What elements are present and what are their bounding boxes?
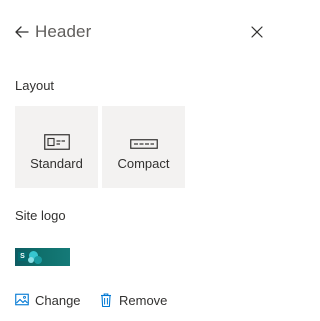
header-settings-panel: Header Layout Standard Compact Site logo [0, 0, 283, 321]
layout-option-label: Standard [30, 156, 83, 171]
change-logo-label: Change [35, 293, 81, 308]
panel-title: Header [35, 22, 92, 41]
arrow-left-icon [15, 26, 29, 38]
compact-layout-icon [129, 139, 158, 149]
layout-section-label: Layout [15, 78, 55, 93]
trash-icon [101, 293, 111, 308]
back-button[interactable] [12, 22, 32, 42]
site-logo-image: S [15, 248, 70, 266]
close-icon [251, 26, 263, 38]
layout-option-compact[interactable]: Compact [102, 106, 185, 188]
remove-logo-button[interactable]: Remove [100, 291, 170, 311]
close-button[interactable] [248, 23, 266, 41]
standard-layout-icon [43, 134, 70, 150]
sharepoint-logo-icon: S [18, 252, 27, 261]
layout-option-standard[interactable]: Standard [15, 106, 98, 188]
site-logo-label: Site logo [15, 208, 66, 223]
change-logo-button[interactable]: Change [15, 291, 85, 311]
remove-logo-label: Remove [119, 293, 168, 308]
panel-header: Header [12, 19, 268, 45]
image-icon [15, 293, 29, 306]
layout-option-label: Compact [117, 156, 170, 171]
